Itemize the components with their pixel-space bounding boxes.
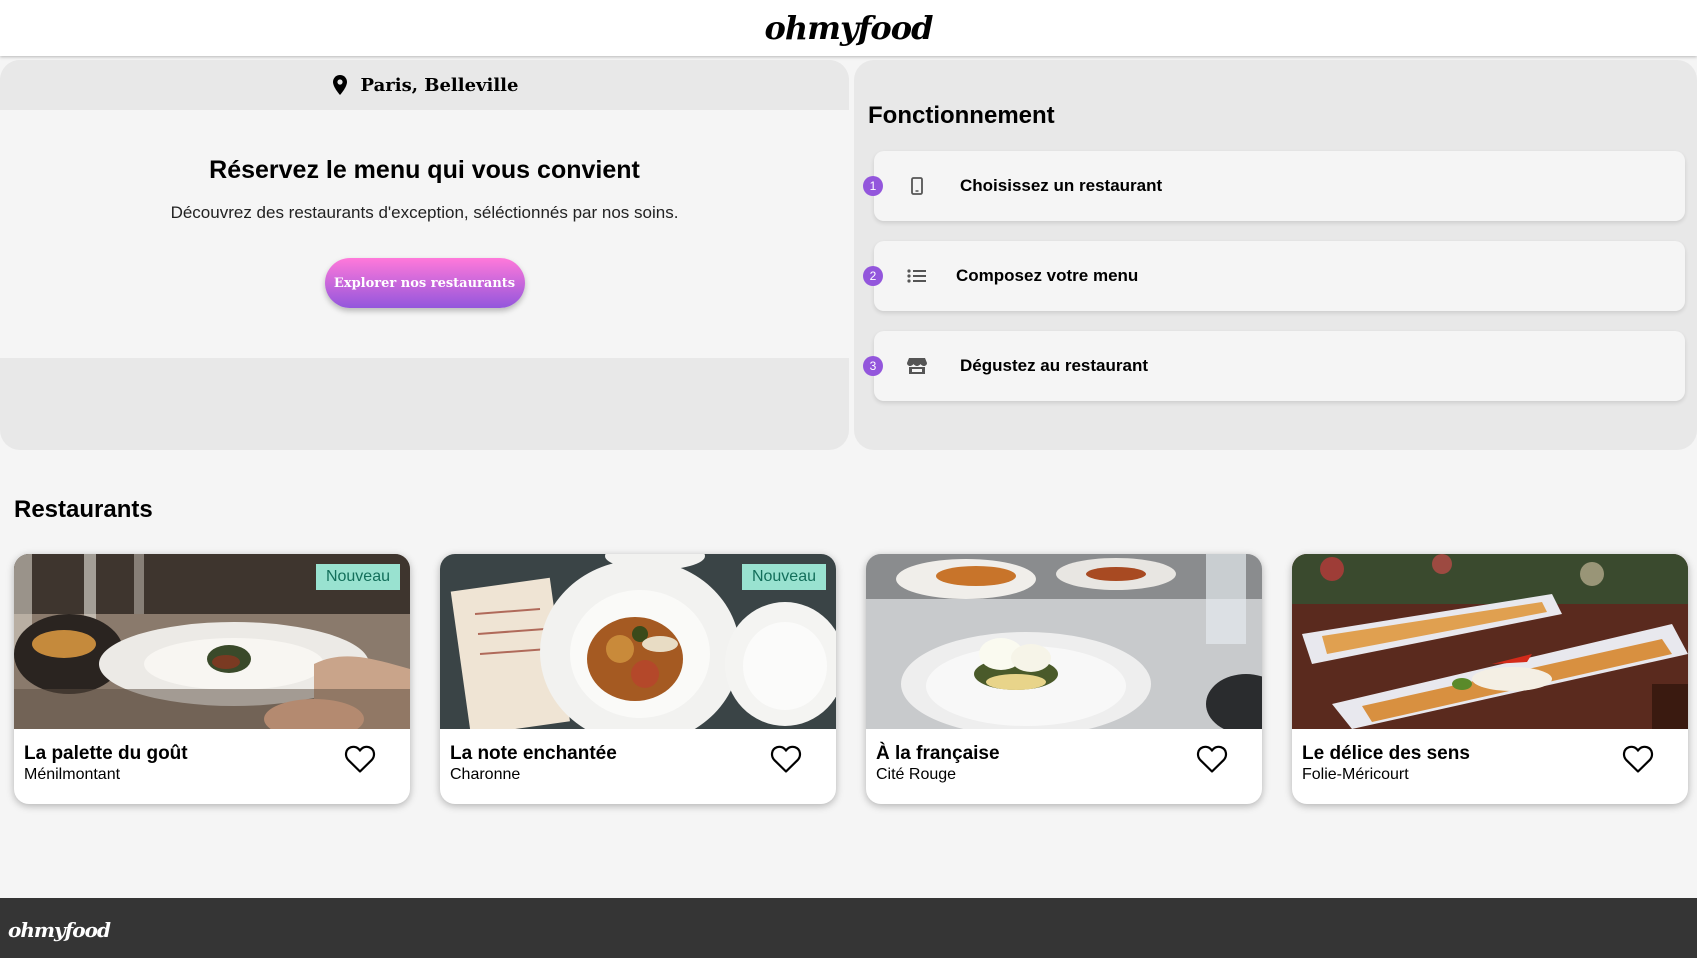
site-footer: ohmyfood <box>0 898 1697 958</box>
storefront-icon <box>904 354 930 378</box>
heart-outline-icon[interactable] <box>1196 744 1228 774</box>
step-label: Choisissez un restaurant <box>960 176 1163 195</box>
restaurant-location: Ménilmontant <box>24 766 121 783</box>
step-label: Composez votre menu <box>956 266 1139 285</box>
hero-panel: Paris, Belleville Réservez le menu qui v… <box>0 60 849 450</box>
restaurant-location: Folie-Méricourt <box>1302 766 1409 783</box>
logo[interactable]: ohmyfood <box>765 9 934 47</box>
hero-title: Réservez le menu qui vous convient <box>209 156 640 184</box>
restaurant-card[interactable]: Le délice des sens Folie-Méricourt <box>1292 554 1688 804</box>
restaurant-card[interactable]: Nouveau La palette du goût Ménilmontant <box>14 554 410 804</box>
how-it-works-title: Fonctionnement <box>868 102 1055 129</box>
restaurant-name: La palette du goût <box>24 743 188 764</box>
restaurant-photo <box>1292 554 1688 729</box>
heart-outline-icon[interactable] <box>1622 744 1654 774</box>
hero: Réservez le menu qui vous convient Décou… <box>0 110 849 358</box>
restaurant-card[interactable]: À la française Cité Rouge <box>866 554 1262 804</box>
step-number: 3 <box>863 356 883 376</box>
restaurant-name: La note enchantée <box>450 743 617 764</box>
step-label: Dégustez au restaurant <box>960 356 1148 375</box>
restaurant-name: À la française <box>876 743 1000 764</box>
location-text: Paris, Belleville <box>360 74 519 96</box>
heart-outline-icon[interactable] <box>344 744 376 774</box>
step-number: 2 <box>863 266 883 286</box>
location-bar: Paris, Belleville <box>0 60 849 110</box>
step-enjoy-restaurant: 3 Dégustez au restaurant <box>863 331 1685 401</box>
site-header: ohmyfood <box>0 0 1697 56</box>
new-badge: Nouveau <box>315 564 400 590</box>
restaurant-name: Le délice des sens <box>1302 743 1470 764</box>
footer-logo[interactable]: ohmyfood <box>8 918 111 942</box>
explore-restaurants-button[interactable]: Explorer nos restaurants <box>324 258 525 308</box>
step-choose-restaurant: 1 Choisissez un restaurant <box>863 151 1685 221</box>
restaurant-card[interactable]: Nouveau La note enchantée Charonne <box>440 554 836 804</box>
restaurant-photo: Nouveau <box>14 554 410 729</box>
step-compose-menu: 2 Composez votre menu <box>863 241 1685 311</box>
restaurant-photo <box>866 554 1262 729</box>
list-icon <box>904 264 930 288</box>
heart-outline-icon[interactable] <box>770 744 802 774</box>
mobile-phone-icon <box>904 174 930 198</box>
how-it-works-panel: Fonctionnement 1 Choisissez un restauran… <box>854 60 1697 450</box>
restaurant-location: Charonne <box>450 766 521 783</box>
hero-subtitle: Découvrez des restaurants d'exception, s… <box>170 203 679 222</box>
restaurant-location: Cité Rouge <box>876 766 957 783</box>
new-badge: Nouveau <box>741 564 826 590</box>
restaurants-title: Restaurants <box>14 496 153 523</box>
step-number: 1 <box>863 176 883 196</box>
map-pin-icon <box>331 74 349 96</box>
restaurant-photo: Nouveau <box>440 554 836 729</box>
